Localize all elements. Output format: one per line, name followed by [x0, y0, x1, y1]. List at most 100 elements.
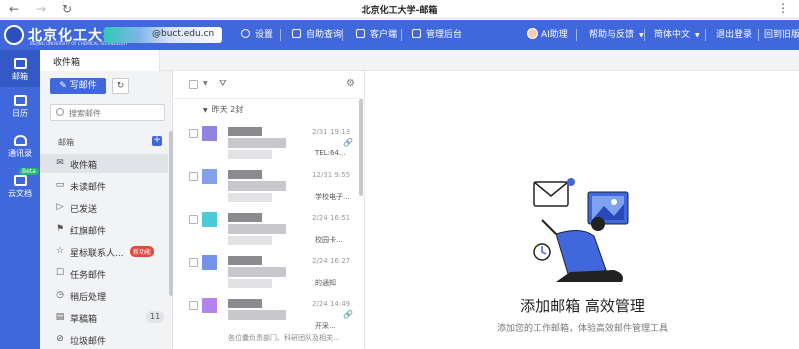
empty-state-title: 添加邮箱 高效管理 [520, 297, 645, 315]
row-checkbox[interactable] [189, 172, 198, 181]
person-icon [13, 135, 27, 146]
select-dropdown-icon[interactable]: ▼ [203, 80, 208, 87]
flag-icon: ⚑ [55, 224, 65, 234]
mail-snippet: 的通知 [315, 279, 336, 287]
ai-avatar-icon [527, 28, 538, 39]
back-icon[interactable]: ← [9, 0, 19, 19]
mail-snippet: 开采... [315, 322, 336, 330]
list-settings-icon[interactable]: ⚙ [346, 78, 355, 89]
send-icon: ▷ [56, 202, 64, 212]
row-checkbox[interactable] [189, 258, 198, 267]
refresh-icon[interactable]: ↻ [112, 78, 129, 94]
logout-label: 退出登录 [716, 30, 753, 40]
row-checkbox[interactable] [189, 301, 198, 310]
ai-label: AI助理 [541, 30, 568, 40]
folder-later[interactable]: ◷ 稍后处理 [40, 286, 168, 305]
app-rail: 邮箱 日历 通讯录 Beta 云文档 [0, 50, 40, 349]
attachment-icon: 🔗 [343, 138, 353, 147]
rail-contacts[interactable]: 通讯录 [0, 135, 40, 159]
gear-icon [241, 29, 250, 38]
mail-search[interactable] [50, 104, 165, 121]
folder-sent[interactable]: ▷ 已发送 [40, 198, 168, 217]
search-input[interactable] [69, 107, 163, 119]
mail-snippet: TEL:64... [315, 149, 346, 157]
preview-redacted [228, 193, 272, 202]
folder-tasks[interactable]: ☐ 任务邮件 [40, 264, 168, 283]
language-label: 简体中文 [654, 30, 691, 40]
account-address: @buct.edu.cn [104, 27, 222, 43]
sender-avatar [202, 212, 217, 227]
mail-date: 2/31 19:13 [312, 128, 351, 136]
subject-redacted [228, 267, 286, 277]
folder-inbox[interactable]: ✉ 收件箱 [40, 154, 168, 173]
date-group-header[interactable]: ▼ 昨天 2封 [203, 104, 243, 115]
envelope-icon [13, 58, 27, 69]
folder-label: 垃圾邮件 [70, 337, 107, 347]
beta-badge: Beta [19, 168, 39, 175]
chevron-down-icon[interactable]: ⌄ [53, 55, 61, 65]
rail-contacts-label: 通讯录 [8, 149, 32, 158]
divider [342, 29, 343, 41]
tab-inbox[interactable]: 收件箱 ⌄ [40, 50, 160, 71]
mail-list: ▼ ⛛ ⚙ ▼ 昨天 2封 2/31 19:13 🔗 TEL:64... 12/3… [174, 71, 365, 349]
mail-date: 2/24 16:27 [312, 257, 351, 265]
folder-label: 红旗邮件 [70, 227, 107, 237]
mail-date: 2/24 16:51 [312, 214, 351, 222]
draft-count: 11 [146, 311, 165, 323]
reload-icon[interactable]: ↻ [62, 0, 72, 19]
folder-scrollbar[interactable] [169, 131, 173, 296]
old-version-label: 回到旧版 [764, 30, 799, 40]
subject-redacted [228, 138, 286, 148]
folder-label: 已发送 [70, 205, 98, 215]
folder-unread[interactable]: ▭ 未读邮件 [40, 176, 168, 195]
rail-docs[interactable]: Beta 云文档 [0, 168, 40, 199]
rail-mail[interactable]: 邮箱 [0, 50, 40, 87]
self-query-button[interactable]: 自助查询 [292, 20, 342, 50]
select-all-checkbox[interactable] [189, 80, 198, 89]
university-logo[interactable]: 北京化工大学 BEIJING UNIVERSITY OF CHEMICAL TE… [4, 23, 127, 47]
compose-label: 写邮件 [69, 81, 97, 91]
rail-calendar-label: 日历 [12, 109, 28, 118]
row-checkbox[interactable] [189, 129, 198, 138]
folder-drafts[interactable]: ▤ 草稿箱 11 [40, 308, 168, 327]
admin-button[interactable]: 管理后台 [412, 20, 462, 50]
folder-starred-contacts[interactable]: ☆ 星标联系人... 新功能 [40, 242, 168, 261]
settings-button[interactable]: 设置 [241, 20, 273, 50]
mail-date: 2/24 14:49 [312, 300, 351, 308]
folder-label: 收件箱 [70, 161, 98, 171]
language-dropdown[interactable]: 简体中文 ▼ [654, 20, 700, 50]
sender-redacted [228, 299, 262, 308]
subject-redacted [228, 310, 286, 320]
query-icon [292, 29, 301, 38]
logout-button[interactable]: 退出登录 [716, 20, 752, 50]
add-mailbox-icon[interactable]: + [152, 136, 162, 146]
sender-redacted [228, 213, 262, 222]
chevron-down-icon: ▼ [639, 32, 644, 39]
compose-button[interactable]: ✎ 写邮件 [50, 78, 106, 94]
divider [705, 29, 706, 41]
client-button[interactable]: 客户端 [356, 20, 397, 50]
divider [280, 29, 281, 41]
rail-calendar[interactable]: 日历 [0, 95, 40, 119]
filter-icon[interactable]: ⛛ [219, 79, 227, 89]
collapse-icon: ▼ [203, 107, 208, 114]
app-header: 北京化工大学 BEIJING UNIVERSITY OF CHEMICAL TE… [0, 20, 799, 50]
search-icon [56, 108, 64, 116]
row-checkbox[interactable] [189, 215, 198, 224]
ai-assistant-button[interactable]: AI助理 [527, 20, 568, 50]
mail-list-scrollbar[interactable] [359, 99, 363, 196]
folder-spam[interactable]: ⊘ 垃圾邮件 [40, 330, 168, 349]
old-version-button[interactable]: 回到旧版 [764, 20, 799, 50]
forward-icon[interactable]: → [36, 0, 46, 19]
mail-row[interactable]: 2/24 14:49 🔗 开采... 各位囊负责部门、科研团队及相关... [174, 293, 361, 347]
group-label: 昨天 2封 [211, 105, 244, 114]
help-dropdown[interactable]: 帮助与反馈 ▼ [589, 20, 644, 50]
preview-redacted [228, 279, 272, 288]
client-label: 客户端 [370, 30, 398, 40]
mail-snippet: 学校电子... [315, 193, 350, 201]
folder-flagged[interactable]: ⚑ 红旗邮件 [40, 220, 168, 239]
browser-toolbar: ← → ↻ 北京化工大学-邮箱 ⋮ [0, 0, 799, 19]
more-menu-icon[interactable]: ⋮ [777, 0, 789, 16]
sender-redacted [228, 256, 262, 265]
tab-strip: 收件箱 ⌄ [40, 50, 799, 71]
